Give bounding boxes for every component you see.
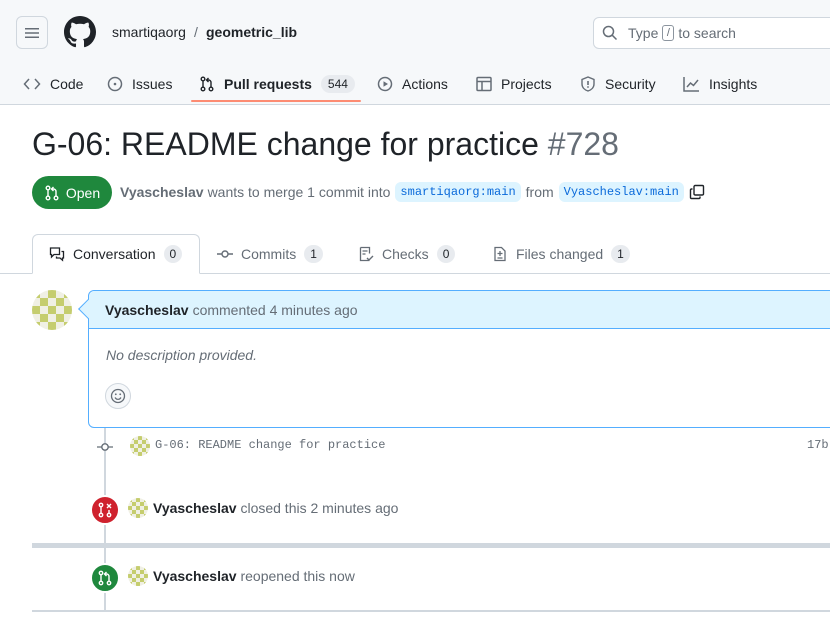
pr-meta: Vyascheslav wants to merge 1 commit into… bbox=[120, 182, 705, 202]
table-icon bbox=[476, 76, 492, 92]
reopened-event: Vyascheslav reopened this now bbox=[153, 568, 355, 584]
commit-author-avatar[interactable] bbox=[130, 436, 150, 456]
commit-sha-link[interactable]: 17b bbox=[807, 438, 829, 452]
tab-commits-counter: 1 bbox=[304, 245, 323, 263]
pr-state-badge: Open bbox=[32, 176, 112, 209]
github-icon bbox=[64, 16, 96, 48]
timeline-separator bbox=[32, 543, 830, 548]
graph-icon bbox=[683, 77, 699, 92]
pr-title-text: G-06: README change for practice bbox=[32, 126, 539, 162]
closed-event: Vyascheslav closed this 2 minutes ago bbox=[153, 500, 398, 516]
nav-security[interactable]: Security bbox=[580, 64, 656, 104]
nav-pull-requests[interactable]: Pull requests 544 bbox=[199, 64, 355, 104]
comment-author-link[interactable]: Vyascheslav bbox=[105, 302, 189, 318]
tab-conversation[interactable]: Conversation 0 bbox=[32, 234, 200, 274]
search-placeholder-suffix: to search bbox=[678, 25, 736, 41]
pr-meta-text: wants to merge 1 commit into bbox=[207, 184, 391, 200]
search-shortcut-key: / bbox=[662, 25, 675, 41]
commit-dot-icon bbox=[97, 439, 113, 455]
hamburger-icon bbox=[25, 27, 39, 38]
closed-badge bbox=[90, 495, 120, 525]
pull-requests-counter: 544 bbox=[320, 75, 355, 93]
commit-icon bbox=[217, 250, 233, 258]
tab-commits[interactable]: Commits 1 bbox=[217, 234, 323, 274]
smiley-icon bbox=[110, 388, 126, 404]
repo-owner-link[interactable]: smartiqaorg bbox=[112, 24, 186, 40]
tab-checks-label: Checks bbox=[382, 246, 429, 262]
tab-conversation-counter: 0 bbox=[163, 245, 183, 263]
copy-icon[interactable] bbox=[689, 184, 705, 200]
comment-discussion-icon bbox=[49, 247, 65, 262]
shield-icon bbox=[581, 76, 595, 92]
nav-actions[interactable]: Actions bbox=[377, 64, 448, 104]
code-icon bbox=[23, 78, 41, 90]
nav-projects[interactable]: Projects bbox=[476, 64, 552, 104]
head-branch[interactable]: Vyascheslav:main bbox=[558, 182, 684, 202]
nav-actions-label: Actions bbox=[402, 76, 448, 92]
tab-commits-label: Commits bbox=[241, 246, 297, 262]
search-input[interactable]: Type / to search bbox=[593, 17, 830, 49]
file-diff-icon bbox=[494, 246, 506, 262]
checklist-icon bbox=[359, 246, 374, 262]
nav-issues[interactable]: Issues bbox=[107, 64, 172, 104]
pull-request-icon bbox=[45, 185, 59, 200]
issue-icon bbox=[107, 76, 123, 92]
github-logo[interactable] bbox=[64, 16, 96, 48]
reopened-author-link[interactable]: Vyascheslav bbox=[153, 568, 237, 584]
pr-title: G-06: README change for practice #728 bbox=[32, 126, 619, 163]
nav-projects-label: Projects bbox=[501, 76, 552, 92]
closed-event-text: closed this 2 minutes ago bbox=[240, 500, 399, 516]
comment-time: commented 4 minutes ago bbox=[192, 301, 358, 318]
play-icon bbox=[377, 76, 393, 92]
tab-checks-counter: 0 bbox=[436, 245, 456, 263]
nav-code-label: Code bbox=[50, 76, 84, 92]
nav-issues-label: Issues bbox=[132, 76, 173, 92]
nav-security-label: Security bbox=[605, 76, 656, 92]
pr-from-text: from bbox=[525, 184, 554, 200]
search-icon bbox=[602, 25, 618, 41]
pr-state-label: Open bbox=[65, 184, 101, 201]
add-reaction-button[interactable] bbox=[105, 383, 131, 409]
closed-author-link[interactable]: Vyascheslav bbox=[153, 500, 237, 516]
pull-request-icon bbox=[98, 570, 112, 586]
base-branch[interactable]: smartiqaorg:main bbox=[395, 182, 521, 202]
tab-files-changed-label: Files changed bbox=[516, 246, 604, 262]
reopened-author-avatar[interactable] bbox=[128, 566, 148, 586]
tab-files-changed[interactable]: Files changed 1 bbox=[492, 234, 630, 274]
reopened-badge bbox=[90, 563, 120, 593]
closed-author-avatar[interactable] bbox=[128, 498, 148, 518]
pull-request-icon bbox=[200, 76, 214, 92]
pull-request-closed-icon bbox=[98, 502, 112, 518]
comment-body: No description provided. bbox=[106, 347, 257, 363]
comment-header: Vyascheslav commented 4 minutes ago ··· bbox=[89, 291, 830, 329]
repo-nav: Code Issues Pull requests 544 Actions Pr… bbox=[0, 64, 830, 105]
pr-number: #728 bbox=[547, 126, 619, 162]
nav-insights-label: Insights bbox=[709, 76, 758, 92]
tab-files-changed-counter: 1 bbox=[611, 245, 630, 263]
avatar[interactable] bbox=[32, 290, 72, 330]
commit-message-link[interactable]: G-06: README change for practice bbox=[155, 438, 385, 452]
repo-name-link[interactable]: geometric_lib bbox=[206, 24, 297, 40]
pr-tabs: Conversation 0 Commits 1 Checks 0 Files … bbox=[0, 234, 830, 274]
path-separator: / bbox=[194, 24, 198, 40]
nav-pull-requests-label: Pull requests bbox=[224, 76, 312, 92]
nav-selected-underline bbox=[191, 100, 361, 102]
tab-checks[interactable]: Checks 0 bbox=[358, 234, 456, 274]
nav-insights[interactable]: Insights bbox=[683, 64, 757, 104]
menu-button[interactable] bbox=[16, 16, 48, 49]
nav-code[interactable]: Code bbox=[23, 64, 83, 104]
tab-conversation-label: Conversation bbox=[73, 246, 156, 262]
search-placeholder-prefix: Type bbox=[628, 25, 659, 41]
comment-box: Vyascheslav commented 4 minutes ago ··· … bbox=[78, 290, 830, 428]
pr-author-link[interactable]: Vyascheslav bbox=[120, 184, 204, 200]
timeline-bottom-border bbox=[32, 610, 830, 612]
identicon-avatar bbox=[32, 290, 72, 330]
reopened-event-text: reopened this now bbox=[240, 568, 355, 584]
